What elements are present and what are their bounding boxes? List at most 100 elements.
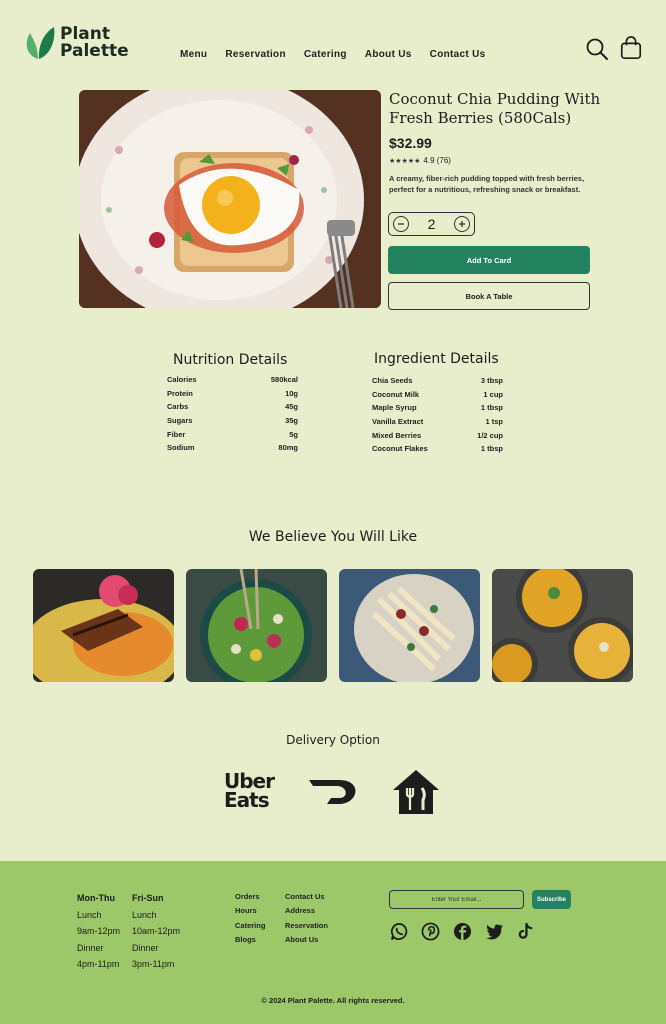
ingredient-amount: 1 tsp — [485, 417, 503, 427]
just-eat-logo[interactable] — [391, 768, 441, 818]
ingredient-amount: 1 cup — [483, 389, 503, 399]
table-row: Sodium 80mg — [167, 441, 298, 455]
nutrient-label: Sodium — [167, 443, 195, 453]
hours-day-heading: Fri-Sun — [132, 893, 164, 903]
rating-stars: ★★★★★ — [389, 157, 421, 165]
whatsapp-icon[interactable] — [390, 922, 409, 941]
table-row: Calories 580kcal — [167, 373, 298, 387]
nutrient-label: Carbs — [167, 402, 189, 412]
minus-icon — [398, 223, 404, 225]
recommendation-card-4[interactable] — [492, 569, 633, 682]
table-row: Sugars 35g — [167, 414, 298, 428]
hours-meal: Lunch — [132, 909, 157, 920]
table-row: Coconut Flakes 1 tbsp — [372, 442, 503, 456]
nutrient-value: 580kcal — [270, 375, 298, 385]
hours-time: 10am-12pm — [132, 926, 181, 937]
ingredient-amount: 3 tbsp — [480, 376, 503, 386]
footer-links-1: Orders Hours Catering Blogs — [235, 890, 265, 947]
hours-meal: Dinner — [77, 942, 104, 953]
decrease-quantity-button[interactable] — [393, 216, 409, 232]
book-table-button[interactable]: Book A Table — [388, 282, 590, 310]
main-nav: Menu Reservation Catering About Us Conta… — [180, 49, 485, 60]
nutrient-value: 35g — [285, 416, 298, 426]
quantity-stepper: 2 — [388, 212, 475, 236]
product-price: $32.99 — [389, 135, 432, 151]
hours-weekday: Mon-Thu Lunch 9am-12pm Dinner 4pm-11pm — [77, 890, 120, 973]
footer-link-address[interactable]: Address — [285, 904, 328, 918]
nav-item-contact-us[interactable]: Contact Us — [430, 49, 486, 60]
nav-item-reservation[interactable]: Reservation — [225, 49, 286, 60]
ingredient-amount: 1 tbsp — [480, 403, 503, 413]
recommendations-title: We Believe You Will Like — [248, 529, 418, 545]
nutrient-value: 80mg — [278, 443, 298, 453]
twitter-icon[interactable] — [485, 922, 504, 941]
plus-icon — [458, 221, 465, 227]
product-image — [79, 90, 381, 308]
ingredient-table: Chia Seeds 3 tbsp Coconut Milk 1 cup Maple… — [372, 374, 503, 456]
recommendation-card-1[interactable] — [33, 569, 174, 682]
doordash-logo[interactable] — [307, 778, 359, 806]
nutrient-value: 5g — [289, 429, 298, 439]
hours-meal: Dinner — [132, 942, 159, 953]
footer-link-catering[interactable]: Catering — [235, 919, 265, 933]
ingredient-amount: 1/2 cup — [477, 430, 503, 440]
nav-item-menu[interactable]: Menu — [180, 49, 207, 60]
nav-item-catering[interactable]: Catering — [304, 49, 347, 60]
rating-value: 4.9 (76) — [423, 156, 451, 165]
footer-link-hours[interactable]: Hours — [235, 904, 265, 918]
product-description: A creamy, fiber-rich pudding topped with… — [389, 174, 585, 194]
brand-name: Plant Palette — [60, 26, 129, 60]
footer-link-about-us[interactable]: About Us — [285, 933, 328, 947]
increase-quantity-button[interactable] — [453, 216, 470, 232]
footer-links-2: Contact Us Address Reservation About Us — [285, 890, 328, 947]
hours-time: 3pm-11pm — [132, 959, 175, 970]
table-row: Protein 10g — [167, 387, 298, 401]
delivery-title: Delivery Option — [286, 733, 380, 747]
copyright-text: © 2024 Plant Palette. All rights reserve… — [261, 996, 405, 1005]
nutrient-value: 45g — [285, 402, 298, 412]
nutrient-value: 10g — [285, 388, 298, 398]
nutrient-label: Fiber — [167, 429, 186, 439]
nutrition-table: Calories 580kcal Protein 10g Carbs 45g Suga… — [167, 373, 298, 455]
tiktok-icon[interactable] — [516, 922, 535, 941]
table-row: Mixed Berries 1/2 cup — [372, 428, 503, 442]
hours-weekend: Fri-Sun Lunch 10am-12pm Dinner 3pm-11pm — [132, 890, 180, 973]
ingredient-name: Coconut Milk — [372, 389, 420, 399]
table-row: Vanilla Extract 1 tsp — [372, 415, 503, 429]
shopping-bag-icon[interactable] — [619, 36, 643, 60]
brand-logo[interactable]: Plant Palette — [24, 25, 129, 61]
nutrition-title: Nutrition Details — [173, 352, 288, 368]
uber-eats-logo[interactable]: Uber Eats — [224, 771, 275, 812]
facebook-icon[interactable] — [453, 922, 472, 941]
ingredient-amount: 1 tbsp — [480, 444, 503, 454]
subscribe-button[interactable]: Subscribe — [532, 890, 571, 909]
uber-eats-logo-line-2: Eats — [224, 788, 270, 812]
recommendation-card-2[interactable] — [186, 569, 327, 682]
table-row: Chia Seeds 3 tbsp — [372, 374, 503, 388]
email-field[interactable] — [389, 890, 524, 909]
ingredient-name: Maple Syrup — [372, 403, 417, 413]
nav-item-about-us[interactable]: About Us — [365, 49, 412, 60]
ingredient-name: Vanilla Extract — [372, 417, 424, 427]
footer-link-contact-us[interactable]: Contact Us — [285, 890, 328, 904]
nutrient-label: Protein — [167, 388, 193, 398]
pinterest-icon[interactable] — [421, 922, 440, 941]
search-icon[interactable] — [585, 37, 609, 61]
table-row: Carbs 45g — [167, 400, 298, 414]
recommendation-card-3[interactable] — [339, 569, 480, 682]
table-row: Fiber 5g — [167, 427, 298, 441]
footer-link-orders[interactable]: Orders — [235, 890, 265, 904]
footer-link-reservation[interactable]: Reservation — [285, 919, 328, 933]
add-to-cart-button[interactable]: Add To Card — [388, 246, 590, 274]
footer-link-blogs[interactable]: Blogs — [235, 933, 265, 947]
nutrient-label: Sugars — [167, 416, 193, 426]
ingredient-name: Coconut Flakes — [372, 444, 428, 454]
ingredient-name: Chia Seeds — [372, 376, 413, 386]
table-row: Maple Syrup 1 tbsp — [372, 401, 503, 415]
table-row: Coconut Milk 1 cup — [372, 388, 503, 402]
product-title: Coconut Chia Pudding With Fresh Berries … — [389, 90, 601, 127]
brand-line-2: Palette — [60, 41, 129, 61]
quantity-value: 2 — [427, 216, 436, 232]
hours-time: 4pm-11pm — [77, 959, 120, 970]
ingredient-name: Mixed Berries — [372, 430, 422, 440]
